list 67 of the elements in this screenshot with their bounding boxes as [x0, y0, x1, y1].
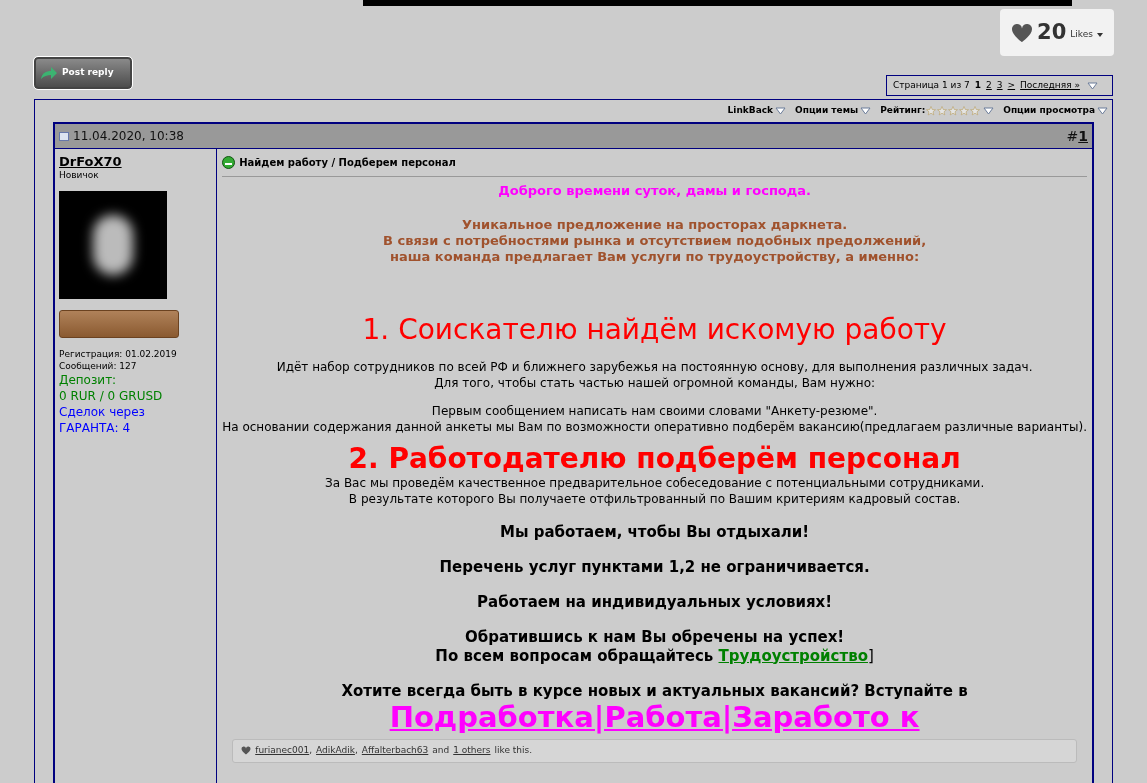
toolbar-menu-item[interactable]: LinkBack [727, 104, 774, 118]
user-stat: Сообщений: 127 [59, 359, 138, 372]
user-link[interactable]: Affalterbach63 [361, 743, 429, 758]
username-link[interactable]: DrFoX70 [59, 154, 122, 169]
post-text-line: Доброго времени суток, дамы и господа. [498, 182, 811, 200]
star-icon [937, 106, 948, 116]
post-heading: 1. Соискателю найдём искомую работу [362, 312, 947, 347]
post-text-line: наша команда предлагает Вам услуги по трудоустройству, а именно: [389, 248, 921, 265]
post-text-line: В результате которого Вы получаете отфильтрованный по Вашим критериям кадровый состав. [347, 490, 962, 507]
bracket-text: ] [868, 646, 874, 665]
user-stat: Сделок через [59, 403, 146, 420]
likes-count: 20 [1037, 18, 1067, 46]
toolbar-menu-item[interactable]: Опции темы [795, 104, 859, 118]
post-text-line: На основании содержания данной анкеты мы Вам по возможности оперативно подберём вакансию(предлагаем различные варианты). [222, 418, 1087, 435]
page-link[interactable]: 1 [974, 78, 982, 93]
others-link[interactable]: 1 others [453, 743, 491, 758]
star-icon [948, 106, 959, 116]
star-icon [926, 106, 937, 116]
post-text-line: Уникальное предложение на просторах даркнета. [461, 216, 849, 233]
dropdown-arrow-icon[interactable] [983, 107, 995, 115]
post-text-line: Работаем на индивидуальных условиях! [477, 592, 833, 612]
post-text-line: Первым сообщением написать нам своими словами "Анкету-резюме". [430, 402, 879, 419]
last-page-link[interactable]: Последняя » [1020, 78, 1080, 93]
reply-arrow-icon [40, 66, 58, 80]
heart-icon [241, 746, 252, 755]
likes-button[interactable]: 20 Likes [1000, 9, 1114, 56]
star-icon [959, 106, 970, 116]
post-title: Найдем работу / Подберем персонал [239, 156, 456, 170]
like-suffix: like this. [494, 743, 533, 757]
user-stat: ГАРАНТА: 4 [59, 419, 132, 436]
next-page-link[interactable]: > [1007, 78, 1016, 93]
post-text-line: Для того, чтобы стать частью нашей огромной команды, Вам нужно: [433, 374, 877, 391]
post-icon [59, 131, 69, 141]
page-link[interactable]: 3 [996, 78, 1003, 93]
post-text-line: Идёт набор сотрудников по всей РФ и ближнего зарубежья на постоянную основу, для выполнения различных задач. [276, 358, 1033, 375]
toolbar-menu-item[interactable]: Опции просмотра [1003, 104, 1095, 118]
contact-text: По всем вопросам обращайтесь [435, 646, 715, 665]
post-heading: 2. Работодателю подберём персонал [348, 442, 961, 475]
user-rank: Новичок [59, 169, 100, 182]
post-text-line: Мы работаем, чтобы Вы отдыхали! [500, 522, 810, 542]
dropdown-arrow-icon[interactable] [1097, 107, 1108, 115]
post-date: 11.04.2020, 10:38 [73, 128, 184, 145]
user-link[interactable]: AdikAdik [316, 743, 355, 758]
and-text: and [432, 743, 450, 757]
user-stat: Регистрация: 01.02.2019 [59, 347, 178, 360]
heart-icon [1011, 22, 1034, 43]
caret-icon [1096, 32, 1103, 37]
user-stat: 0 RUR / 0 GRUSD [59, 387, 164, 404]
post-text-line: За Вас мы проведём качественное предварительное собеседование с потенциальными сотрудниками. [325, 474, 985, 491]
page-count: Страница 1 из 7 [893, 78, 970, 92]
likes-label: Likes [1070, 27, 1093, 41]
dropdown-arrow-icon[interactable] [775, 107, 787, 115]
post-number-prefix: # [1066, 126, 1079, 146]
post-text-line: В связи с потребностями рынка и отсутствием подобных предолжений, [383, 232, 927, 249]
post-text-line: Хотите всегда быть в курсе новых и актуальных вакансий? Вступайте в [341, 681, 968, 701]
dropdown-arrow-icon[interactable] [860, 107, 872, 115]
post-reply-button[interactable]: Post reply [34, 57, 132, 89]
user-stat: Депозит: [59, 371, 118, 388]
comma-text: , [354, 743, 358, 757]
page-link[interactable]: 2 [986, 78, 992, 93]
post-number-link[interactable]: 1 [1078, 125, 1088, 147]
star-icon [970, 106, 981, 116]
post-text-line: Обратившись к нам Вы обречены на успех! [465, 627, 845, 647]
dropdown-arrow-icon[interactable] [1086, 81, 1098, 90]
comma-text: , [309, 743, 313, 757]
post-text-line: Перечень услуг пунктами 1,2 не ограничивается. [439, 557, 870, 577]
rating-label: Рейтинг: [880, 104, 926, 118]
